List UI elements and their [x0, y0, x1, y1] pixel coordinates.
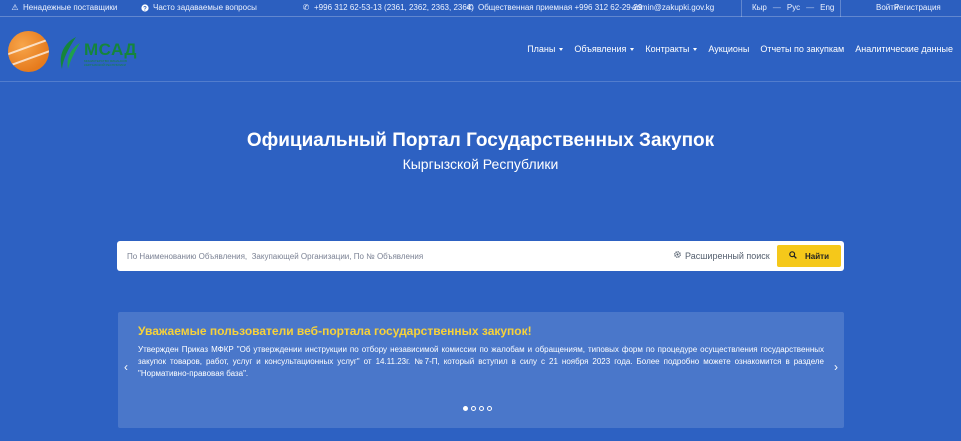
search-bar: Расширенный поиск Найти — [117, 241, 844, 271]
main-nav: Планы Объявления Контракты Аукционы Отче… — [527, 44, 953, 54]
advanced-search-label: Расширенный поиск — [685, 250, 770, 261]
register-link[interactable]: Регистрация — [894, 3, 941, 12]
phone-icon: ✆ — [302, 2, 310, 12]
gear-icon — [673, 250, 682, 261]
unreliable-suppliers-label: Ненадежные поставщики — [23, 3, 118, 12]
logo-text: МСАД — [84, 40, 138, 59]
nav-item-plans[interactable]: Планы — [527, 44, 564, 54]
faq-label: Часто задаваемые вопросы — [153, 3, 257, 12]
nav-label: Объявления — [574, 44, 627, 54]
carousel-dot[interactable] — [463, 406, 468, 411]
nav-item-procurement-reports[interactable]: Отчеты по закупкам — [760, 44, 844, 54]
search-icon — [789, 251, 797, 261]
lang-ru[interactable]: Рус — [787, 3, 800, 12]
carousel-dot[interactable] — [479, 406, 484, 411]
site-logo[interactable]: МСАД МИНИСТЕРСТВО ФИНАНСОВ КЫРГЫЗСКОЙ РЕ… — [8, 31, 138, 73]
header-divider — [0, 81, 961, 82]
lang-separator: — — [772, 3, 781, 12]
nav-label: Планы — [527, 44, 556, 54]
svg-text:?: ? — [143, 6, 147, 12]
carousel-indicators — [463, 406, 492, 411]
carousel-dot[interactable] — [487, 406, 492, 411]
search-button-label: Найти — [805, 251, 829, 261]
hero-subtitle: Кыргызской Республики — [402, 156, 559, 172]
nav-label: Аукционы — [708, 44, 750, 54]
nav-item-announcements[interactable]: Объявления — [574, 44, 635, 54]
faq-link[interactable]: ? Часто задаваемые вопросы — [141, 3, 257, 12]
notice-body: Утвержден Приказ МФКР "Об утверждении ин… — [138, 345, 824, 378]
reception-info: ✆ Общественная приемная +996 312 62-29-2… — [466, 2, 643, 12]
top-bar: ⚠ Ненадежные поставщики ? Часто задаваем… — [0, 0, 961, 17]
divider — [741, 0, 742, 17]
caret-down-icon — [630, 47, 635, 51]
notice-title: Уважаемые пользователи веб-портала госуд… — [138, 324, 532, 338]
hero-title: Официальный Портал Государственных Закуп… — [246, 130, 715, 151]
lang-en[interactable]: Eng — [820, 3, 834, 12]
nav-label: Отчеты по закупкам — [760, 44, 845, 54]
divider — [840, 0, 841, 17]
leaf-logo-icon — [60, 37, 80, 69]
caret-down-icon — [693, 47, 698, 51]
email-link[interactable]: admin@zakupki.gov.kg — [632, 3, 714, 12]
language-switcher: Кыр — Рус — Eng — [752, 3, 834, 12]
globe-logo-icon — [8, 31, 49, 72]
nav-item-contracts[interactable]: Контракты — [645, 44, 698, 54]
nav-item-auctions[interactable]: Аукционы — [708, 44, 749, 54]
nav-label: Аналитические данные — [855, 44, 953, 54]
email-label: admin@zakupki.gov.kg — [632, 3, 715, 12]
nav-item-analytics[interactable]: Аналитические данные — [855, 44, 953, 54]
warning-icon: ⚠ — [11, 2, 19, 12]
lang-ky[interactable]: Кыр — [752, 3, 767, 12]
carousel-next-icon[interactable]: › — [834, 360, 838, 374]
caret-down-icon — [559, 47, 564, 51]
search-button[interactable]: Найти — [777, 245, 841, 267]
reception-label: Общественная приемная +996 312 62-29-29 — [478, 3, 643, 12]
phone-icon: ✆ — [466, 2, 474, 12]
question-icon: ? — [141, 3, 149, 12]
announcement-carousel: Уважаемые пользователи веб-портала госуд… — [118, 312, 844, 428]
nav-label: Контракты — [645, 44, 690, 54]
search-input[interactable] — [127, 247, 667, 265]
lang-separator: — — [806, 3, 815, 12]
register-label: Регистрация — [894, 3, 941, 12]
carousel-dot[interactable] — [471, 406, 476, 411]
unreliable-suppliers-link[interactable]: ⚠ Ненадежные поставщики — [11, 3, 117, 12]
advanced-search-link[interactable]: Расширенный поиск — [673, 250, 770, 261]
carousel-prev-icon[interactable]: ‹ — [124, 360, 128, 374]
phone-info: ✆ +996 312 62-53-13 (2361, 2362, 2363, 2… — [302, 3, 474, 12]
phone-label: +996 312 62-53-13 (2361, 2362, 2363, 236… — [314, 3, 474, 12]
logo-subtitle: МИНИСТЕРСТВО ФИНАНСОВ КЫРГЫЗСКОЙ РЕСПУБЛ… — [84, 59, 128, 67]
